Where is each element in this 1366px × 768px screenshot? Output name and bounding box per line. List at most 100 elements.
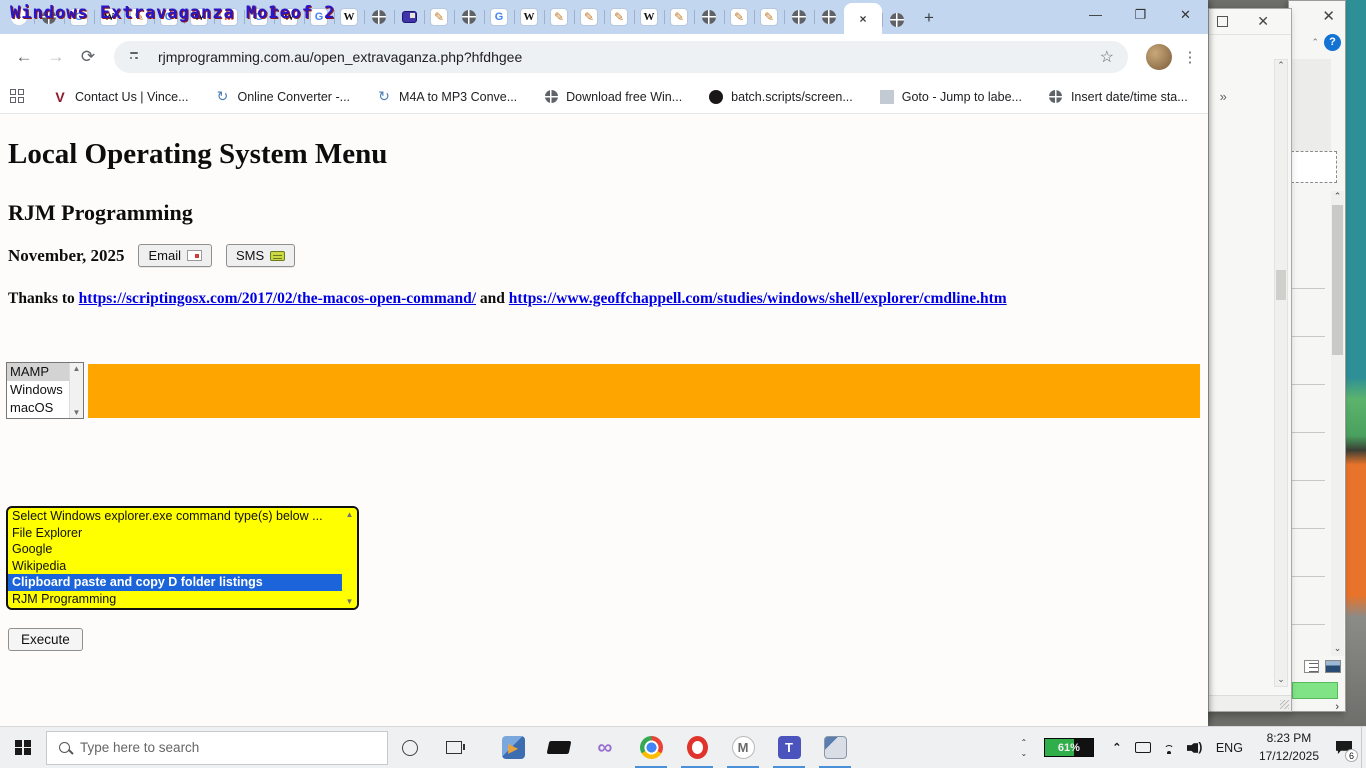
browser-tab[interactable]: [814, 3, 844, 31]
list-view-icon[interactable]: [1304, 660, 1319, 673]
volume-button[interactable]: [1182, 727, 1208, 768]
profile-avatar[interactable]: [1146, 44, 1172, 70]
browser-tab[interactable]: W: [634, 3, 664, 31]
site-info-icon[interactable]: [128, 49, 148, 65]
scroll-up-icon[interactable]: ⌃: [1275, 60, 1287, 71]
browser-tab[interactable]: ✎: [724, 3, 754, 31]
close-icon[interactable]: ✕: [1257, 13, 1269, 30]
background-window-left[interactable]: ✕ ⌃ ⌄: [1208, 8, 1292, 712]
forward-button[interactable]: →: [42, 43, 70, 71]
bookmark-item[interactable]: Download free Win...: [543, 89, 682, 105]
resize-grip[interactable]: [1280, 700, 1289, 709]
task-view-button[interactable]: [432, 727, 476, 768]
visual-studio-taskbar-button[interactable]: ∞: [582, 727, 628, 768]
scrollbar[interactable]: ⌃ ⌄: [1331, 191, 1344, 656]
select-option[interactable]: File Explorer: [8, 525, 342, 542]
select-option[interactable]: MAMP: [7, 363, 69, 381]
browser-tab[interactable]: [364, 3, 394, 31]
clock[interactable]: 8:23 PM 17/12/2025: [1251, 730, 1327, 765]
maximize-button[interactable]: ❐: [1118, 0, 1163, 34]
reload-button[interactable]: ⟳: [74, 43, 102, 71]
show-desktop-button[interactable]: [1361, 727, 1366, 768]
chevron-up-icon[interactable]: ⌃: [1311, 37, 1319, 48]
scroll-up-icon[interactable]: ▲: [70, 364, 83, 373]
apps-grid-icon[interactable]: [10, 89, 24, 105]
battery-indicator[interactable]: 61%: [1044, 738, 1094, 757]
tray-scroll-buttons[interactable]: ⌃⌄: [1014, 738, 1034, 758]
scrollbar-thumb[interactable]: [1276, 270, 1286, 300]
link-geoffchappell[interactable]: https://www.geoffchappell.com/studies/wi…: [509, 290, 1007, 307]
taskbar-search-input[interactable]: Type here to search: [46, 731, 388, 765]
select-option[interactable]: macOS: [7, 399, 69, 417]
scrollbar[interactable]: ⌃ ⌄: [1274, 59, 1288, 687]
bookmark-item[interactable]: batch.scripts/screen...: [708, 89, 853, 105]
back-button[interactable]: ←: [10, 43, 38, 71]
browser-tab[interactable]: [784, 3, 814, 31]
chevron-right-icon[interactable]: ›: [1335, 701, 1339, 713]
url-text[interactable]: rjmprogramming.com.au/open_extravaganza.…: [158, 49, 522, 65]
bookmark-item[interactable]: ↻M4A to MP3 Conve...: [376, 89, 517, 105]
browser-tab[interactable]: ✎: [574, 3, 604, 31]
background-window-right[interactable]: ✕ ⌃ ? ⌃ ⌄ ›: [1288, 0, 1346, 712]
language-indicator[interactable]: ENG: [1208, 741, 1251, 755]
browser-tab[interactable]: ✎: [604, 3, 634, 31]
thumbnail-view-icon[interactable]: [1325, 660, 1341, 673]
select-option[interactable]: Select Windows explorer.exe command type…: [8, 508, 342, 525]
highlighted-button[interactable]: [1292, 682, 1338, 699]
browser-tab[interactable]: W: [514, 3, 544, 31]
bookmark-star-icon[interactable]: ☆: [1100, 47, 1114, 67]
browser-tab[interactable]: ✎: [664, 3, 694, 31]
close-button[interactable]: ✕: [1163, 0, 1208, 34]
wifi-button[interactable]: [1156, 727, 1182, 768]
start-button[interactable]: [0, 727, 46, 768]
os-select-listbox[interactable]: MAMPWindowsmacOS ▲ ▼: [6, 362, 84, 419]
close-icon[interactable]: ✕: [1322, 7, 1335, 25]
minimize-button[interactable]: —: [1073, 0, 1118, 34]
scroll-down-icon[interactable]: ▼: [342, 597, 357, 606]
select-option[interactable]: Wikipedia: [8, 558, 342, 575]
execute-button[interactable]: Execute: [8, 628, 83, 651]
link-scriptingosx[interactable]: https://scriptingosx.com/2017/02/the-mac…: [79, 290, 476, 307]
select-option[interactable]: Windows: [7, 381, 69, 399]
browser-tab[interactable]: ✎: [424, 3, 454, 31]
chrome-taskbar-button[interactable]: [628, 727, 674, 768]
new-tab-button[interactable]: +: [916, 5, 942, 31]
bookmark-item[interactable]: Insert date/time sta...: [1048, 89, 1188, 105]
help-icon[interactable]: ?: [1324, 34, 1341, 51]
select-scrollbar[interactable]: ▲ ▼: [342, 508, 357, 608]
browser-tab[interactable]: W: [334, 3, 364, 31]
bookmark-item[interactable]: Goto - Jump to labe...: [879, 89, 1022, 105]
teams-taskbar-button[interactable]: T: [766, 727, 812, 768]
select-option[interactable]: RJM Programming: [8, 591, 342, 608]
scroll-down-icon[interactable]: ▼: [70, 408, 83, 417]
select-option[interactable]: Google: [8, 541, 342, 558]
browser-menu-icon[interactable]: ⋮: [1182, 48, 1198, 66]
hidden-icons-button[interactable]: ⌃: [1104, 727, 1130, 768]
scroll-up-icon[interactable]: ▲: [342, 510, 357, 519]
scroll-down-icon[interactable]: ⌄: [1331, 643, 1344, 654]
browser-tab[interactable]: [454, 3, 484, 31]
browser-tab[interactable]: [694, 3, 724, 31]
browser-tab[interactable]: [882, 6, 912, 34]
browser-tab[interactable]: G: [484, 3, 514, 31]
browser-tab[interactable]: [394, 3, 424, 31]
opera-taskbar-button[interactable]: [674, 727, 720, 768]
scroll-down-icon[interactable]: ⌄: [1275, 674, 1287, 685]
cortana-button[interactable]: [388, 727, 432, 768]
m-browser-taskbar-button[interactable]: M: [720, 727, 766, 768]
tab-close-icon[interactable]: ×: [859, 12, 866, 26]
bookmark-item[interactable]: VContact Us | Vince...: [52, 89, 188, 105]
select-option[interactable]: Clipboard paste and copy D folder listin…: [8, 574, 342, 591]
restore-icon[interactable]: [1217, 16, 1228, 27]
select-scrollbar[interactable]: ▲ ▼: [69, 363, 83, 418]
scrollbar-thumb[interactable]: [1332, 205, 1343, 355]
notes-taskbar-button[interactable]: [812, 727, 858, 768]
scroll-up-icon[interactable]: ⌃: [1331, 191, 1344, 202]
active-tab[interactable]: ×: [844, 3, 882, 34]
cast-button[interactable]: [1130, 727, 1156, 768]
browser-tab[interactable]: ✎: [754, 3, 784, 31]
email-button[interactable]: Email: [138, 244, 212, 267]
sms-button[interactable]: SMS: [226, 244, 295, 267]
bookmark-item[interactable]: ↻Online Converter -...: [214, 89, 350, 105]
media-player-taskbar-button[interactable]: ▶: [490, 727, 536, 768]
